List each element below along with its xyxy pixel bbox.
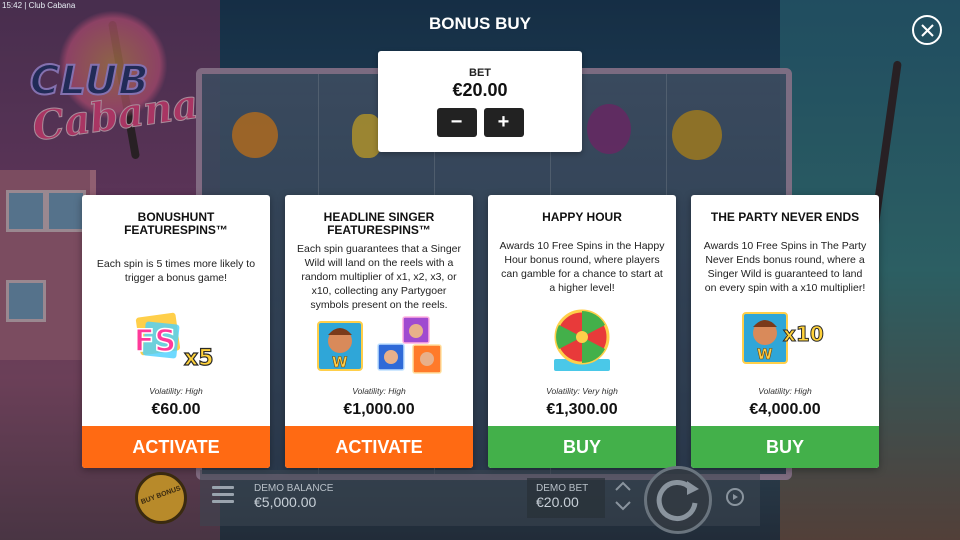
card-title: HEADLINE SINGER FEATURESPINS™ <box>323 210 435 237</box>
wild-multiplier-text: x10 <box>783 322 824 346</box>
buy-button[interactable]: BUY <box>691 426 879 468</box>
prize-wheel-image <box>488 307 676 379</box>
menu-icon[interactable] <box>212 486 234 507</box>
decrease-bet-button[interactable]: − <box>436 108 477 137</box>
autoplay-button[interactable] <box>726 488 744 506</box>
spin-icon <box>656 480 699 521</box>
status-time: 15:42 <box>2 1 23 10</box>
demo-balance-label: DEMO BALANCE <box>254 483 334 494</box>
close-button[interactable] <box>912 15 942 45</box>
wild-letter: W <box>757 347 772 363</box>
card-price: €1,000.00 <box>343 401 415 418</box>
card-volatility: Volatility: High <box>149 386 203 396</box>
demo-balance-value: €5,000.00 <box>254 494 317 510</box>
feature-card-happy-hour: HAPPY HOUR Awards 10 Free Spins in the H… <box>488 195 676 468</box>
activate-button[interactable]: ACTIVATE <box>82 426 270 468</box>
fs-multiplier-text: x5 <box>184 346 214 371</box>
demo-bet-value: €20.00 <box>536 494 579 510</box>
card-volatility: Volatility: High <box>352 386 406 396</box>
status-bar: 15:42 | Club Cabana <box>2 1 75 10</box>
card-volatility: Volatility: High <box>758 386 812 396</box>
fs-badge-text: FS <box>134 324 176 359</box>
buy-bonus-button[interactable]: BUY BONUS <box>135 472 187 524</box>
singer-wild-x10-image: W x10 <box>691 307 879 379</box>
card-description: Awards 10 Free Spins in The Party Never … <box>703 240 867 294</box>
increase-bet-button[interactable]: + <box>483 108 524 137</box>
fs-x5-badge-image: FS x5 <box>82 307 270 379</box>
buy-bonus-label: BUY BONUS <box>140 485 182 506</box>
card-volatility: Volatility: Very high <box>546 386 618 396</box>
autoplay-icon <box>733 494 738 500</box>
bet-up-arrow-icon[interactable] <box>614 480 632 492</box>
feature-card-bonushunt: BONUSHUNT FEATURESPINS™ Each spin is 5 t… <box>82 195 270 468</box>
page-title: BONUS BUY <box>428 14 531 33</box>
card-description: Awards 10 Free Spins in the Happy Hour b… <box>499 240 665 294</box>
feature-card-headline-singer: HEADLINE SINGER FEATURESPINS™ Each spin … <box>285 195 473 468</box>
close-icon <box>921 24 934 37</box>
card-title: BONUSHUNT FEATURESPINS™ <box>124 210 228 237</box>
card-title: THE PARTY NEVER ENDS <box>710 210 860 224</box>
bet-value: €20.00 <box>452 80 508 100</box>
card-description: Each spin is 5 times more likely to trig… <box>96 258 256 284</box>
buy-button[interactable]: BUY <box>488 426 676 468</box>
card-title: HAPPY HOUR <box>542 210 622 224</box>
singer-and-partygoers-image: W <box>285 307 473 379</box>
card-description: Each spin guarantees that a Singer Wild … <box>296 243 462 311</box>
card-price: €60.00 <box>151 401 201 418</box>
bet-down-arrow-icon[interactable] <box>614 500 632 512</box>
activate-button[interactable]: ACTIVATE <box>285 426 473 468</box>
card-price: €4,000.00 <box>749 401 821 418</box>
demo-bet-label: DEMO BET <box>536 483 589 494</box>
bet-label: BET <box>469 67 491 79</box>
feature-card-party-never-ends: THE PARTY NEVER ENDS Awards 10 Free Spin… <box>691 195 879 468</box>
bet-panel: BET €20.00 − + <box>378 51 582 152</box>
wild-letter: W <box>332 355 347 371</box>
status-app-name: Club Cabana <box>28 1 76 10</box>
card-price: €1,300.00 <box>546 401 618 418</box>
spin-button[interactable] <box>644 466 712 534</box>
